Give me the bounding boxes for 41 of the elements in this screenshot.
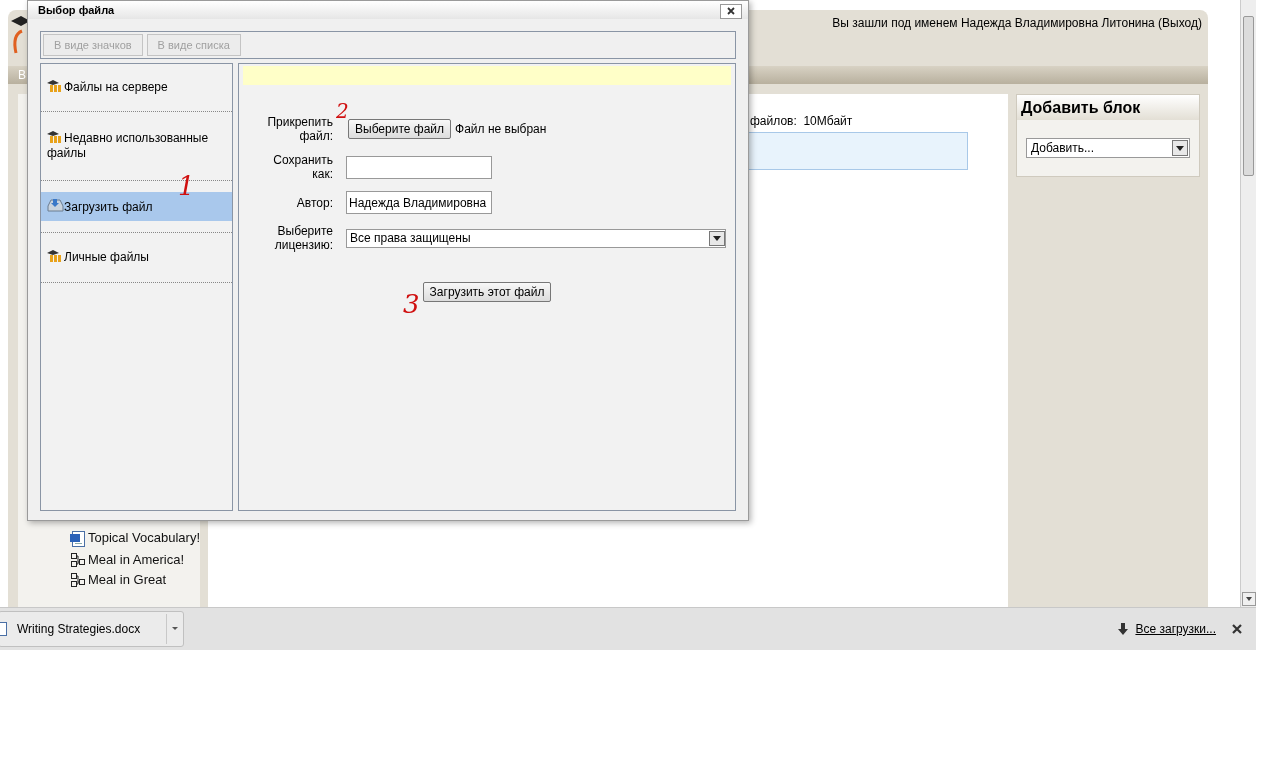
close-icon [727, 7, 735, 15]
hierarchy-icon [70, 552, 86, 568]
cap-icon [10, 13, 30, 55]
scrollbar-thumb[interactable] [1243, 16, 1254, 176]
source-item[interactable]: Недавно использованные файлы [41, 125, 232, 167]
course-item-link[interactable]: Topical Vocabulary! [88, 530, 200, 546]
course-item-link[interactable]: Meal in Great [88, 572, 167, 588]
hat-icon [47, 80, 64, 92]
choose-file-button[interactable]: Выберите файл [348, 119, 452, 139]
file-status: Файл не выбран [455, 121, 547, 138]
login-info: Вы зашли под именем Надежда Владимировна Литонина (Выход) [832, 15, 1202, 32]
add-block-select[interactable]: Добавить... [1026, 138, 1190, 158]
upload-button[interactable]: Загрузить этот файл [422, 282, 552, 302]
field-label: Выберите лицензию: [273, 224, 333, 252]
block-title: Добавить блок [1017, 95, 1199, 120]
field-label: Прикрепить файл: [266, 115, 333, 143]
author-field[interactable]: Надежда Владимировна [346, 191, 492, 214]
dialog-title: Выбор файла [38, 2, 115, 18]
download-arrow-icon [1117, 622, 1130, 636]
hat-icon [47, 131, 64, 143]
document-icon [70, 531, 86, 548]
course-item-link[interactable]: Meal in America! [88, 552, 185, 568]
source-item[interactable]: Личные файлы [41, 244, 232, 271]
document-icon [0, 622, 7, 636]
download-item[interactable]: Writing Strategies.docx [0, 611, 184, 647]
close-button[interactable] [720, 3, 742, 19]
license-select[interactable]: Все права защищены [346, 228, 726, 248]
all-downloads-link[interactable]: Все загрузки... [1135, 620, 1216, 638]
annotation-mark: 2 [336, 101, 349, 121]
max-size-text: файлов: 10Мбайт [750, 113, 853, 130]
drive-icon [47, 198, 64, 212]
hierarchy-icon [70, 572, 86, 588]
field-label: Сохранить как: [272, 153, 333, 181]
scroll-down-icon[interactable] [1242, 592, 1256, 606]
save-as-field[interactable] [346, 155, 492, 179]
hat-icon [47, 250, 64, 262]
scrollbar[interactable] [1240, 0, 1256, 607]
source-item[interactable]: Файлы на сервере [41, 74, 232, 101]
close-icon[interactable] [1232, 624, 1242, 634]
field-label: Автор: [295, 195, 333, 210]
annotation-mark: 3 [403, 291, 420, 317]
